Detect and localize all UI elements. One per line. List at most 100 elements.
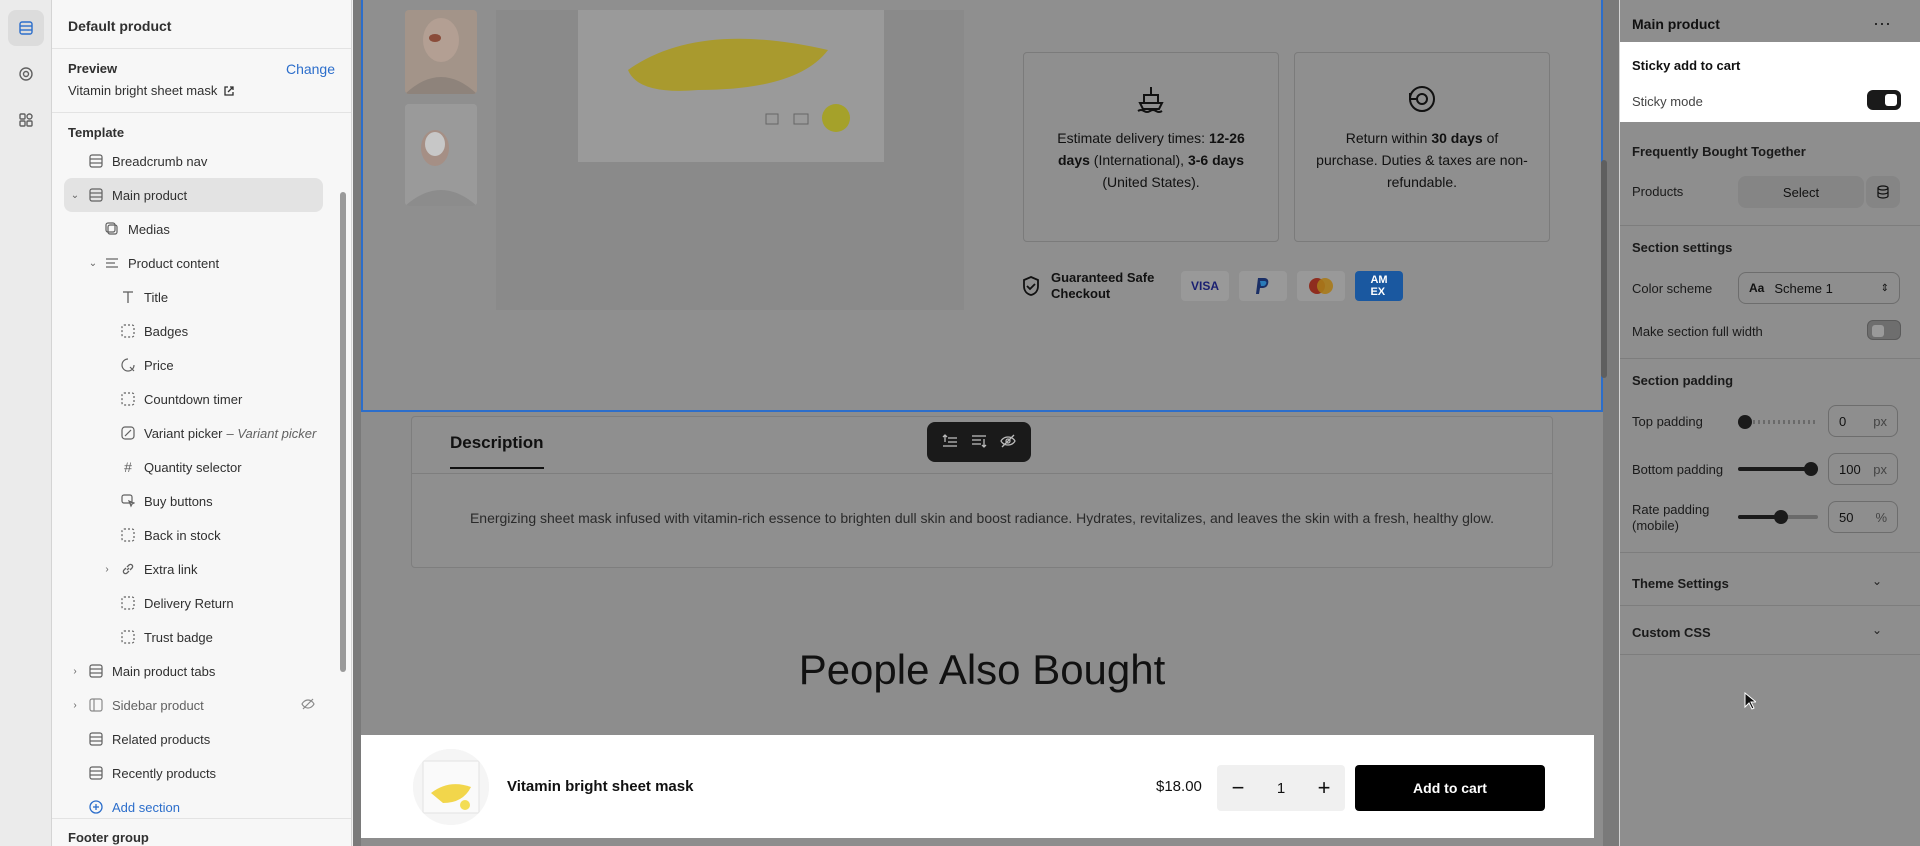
move-down-icon[interactable]	[971, 434, 987, 451]
tree-item-countdown-timer[interactable]: Countdown timer	[52, 382, 351, 416]
tree-item-main-product-tabs[interactable]: › Main product tabs	[52, 654, 351, 688]
divider	[1620, 225, 1920, 226]
divider	[52, 818, 351, 819]
tree-item-extra-link[interactable]: › Extra link	[52, 552, 351, 586]
tree-item-label: Recently products	[112, 765, 217, 781]
section-padding-heading: Section padding	[1632, 373, 1734, 388]
tree-item-sidebar-product[interactable]: › Sidebar product	[52, 688, 351, 722]
main-product-section[interactable]: Estimate delivery times: 12-26 days (Int…	[361, 0, 1603, 412]
rate-padding-slider-handle[interactable]	[1774, 510, 1788, 524]
more-options-icon[interactable]: ⋯	[1873, 14, 1892, 35]
theme-settings-heading[interactable]: Theme Settings	[1632, 576, 1729, 591]
sticky-add-to-cart-settings: Sticky add to cart Sticky mode	[1620, 42, 1920, 122]
tree-item-breadcrumb-nav[interactable]: Breadcrumb nav	[52, 144, 351, 178]
bottom-padding-label: Bottom padding	[1632, 462, 1724, 477]
tree-item-label: Breadcrumb nav	[112, 153, 208, 169]
eye-hidden-icon[interactable]	[301, 697, 315, 714]
settings-gear-icon[interactable]	[8, 56, 44, 92]
select-arrows-icon: ⇕	[1880, 282, 1889, 294]
tree-item-delivery-return[interactable]: Delivery Return	[52, 586, 351, 620]
change-link[interactable]: Change	[286, 61, 335, 77]
sticky-mode-toggle[interactable]	[1867, 90, 1901, 110]
select-products-button[interactable]: Select	[1738, 176, 1864, 208]
preview-value[interactable]: Vitamin bright sheet mask	[52, 77, 351, 98]
tree-item-medias[interactable]: Medias	[52, 212, 351, 246]
add-to-cart-button[interactable]: Add to cart	[1355, 765, 1545, 811]
media-icon	[104, 221, 120, 237]
product-title: Default product	[68, 18, 172, 34]
move-up-icon[interactable]	[942, 433, 958, 451]
section-tree: Breadcrumb nav ⌄ Main product Medias ⌄ P…	[52, 144, 351, 824]
chevron-down-icon[interactable]: ⌄	[1872, 623, 1882, 637]
minus-icon[interactable]: −	[1227, 775, 1249, 801]
product-main-image[interactable]	[496, 10, 964, 310]
chevron-right-icon[interactable]: ›	[100, 564, 114, 575]
fbt-heading: Frequently Bought Together	[1632, 144, 1806, 159]
top-padding-input[interactable]: 0 px	[1828, 405, 1898, 437]
preview-label: Preview	[68, 61, 118, 76]
tree-item-main-product[interactable]: ⌄ Main product	[64, 178, 323, 212]
tree-item-recently-products[interactable]: Recently products	[52, 756, 351, 790]
toggle-knob	[1872, 325, 1884, 337]
rate-padding-input[interactable]: 50 %	[1828, 501, 1898, 533]
sections-icon[interactable]	[8, 10, 44, 46]
delivery-info-card: Estimate delivery times: 12-26 days (Int…	[1023, 52, 1279, 242]
tree-item-sublabel: – Variant picker	[226, 425, 317, 441]
text-block-icon	[104, 255, 120, 271]
toggle-knob	[1885, 94, 1897, 106]
chevron-right-icon[interactable]: ›	[68, 666, 82, 677]
external-link-icon[interactable]	[223, 85, 235, 97]
tree-item-title[interactable]: Title	[52, 280, 351, 314]
tree-item-label: Price	[144, 357, 174, 373]
tree-item-label: Main product tabs	[112, 663, 216, 679]
full-width-toggle[interactable]	[1867, 320, 1901, 340]
divider	[52, 112, 351, 113]
top-padding-slider-handle[interactable]	[1738, 415, 1752, 429]
tree-item-trust-badge[interactable]: Trust badge	[52, 620, 351, 654]
left-scrollbar[interactable]	[340, 192, 346, 672]
top-padding-value: 0	[1839, 413, 1847, 429]
full-width-label: Make section full width	[1632, 324, 1763, 339]
product-thumbnail-1[interactable]	[405, 10, 477, 94]
bottom-padding-input[interactable]: 100 px	[1828, 453, 1898, 485]
color-scheme-select[interactable]: Aa Scheme 1 ⇕	[1738, 272, 1900, 304]
tree-item-badges[interactable]: Badges	[52, 314, 351, 348]
color-scheme-label: Color scheme	[1632, 281, 1713, 296]
tree-item-label: Extra link	[144, 561, 198, 577]
tree-item-product-content[interactable]: ⌄ Product content	[52, 246, 351, 280]
preview-row: Preview Change	[52, 61, 351, 77]
apps-icon[interactable]	[8, 102, 44, 138]
tree-item-back-in-stock[interactable]: Back in stock	[52, 518, 351, 552]
quantity-value[interactable]: 1	[1277, 780, 1285, 797]
database-icon[interactable]	[1866, 176, 1900, 208]
product-thumbnail-2[interactable]	[405, 104, 477, 206]
tree-item-label: Sidebar product	[112, 697, 204, 713]
chevron-down-icon[interactable]: ⌄	[86, 258, 100, 269]
tree-item-variant-picker[interactable]: Variant picker – Variant picker	[52, 416, 351, 450]
tree-item-quantity-selector[interactable]: # Quantity selector	[52, 450, 351, 484]
tree-item-related-products[interactable]: Related products	[52, 722, 351, 756]
sticky-product-image	[413, 749, 489, 825]
bottom-padding-slider-handle[interactable]	[1804, 462, 1818, 476]
unit-label: %	[1875, 509, 1887, 525]
plus-icon[interactable]: +	[1313, 775, 1335, 801]
return-info-card: Return within 30 days of purchase. Dutie…	[1294, 52, 1550, 242]
tree-item-price[interactable]: Price	[52, 348, 351, 382]
canvas-scrollbar[interactable]	[1601, 160, 1607, 378]
top-padding-label: Top padding	[1632, 414, 1703, 429]
chevron-down-icon[interactable]: ⌄	[1872, 574, 1882, 588]
tree-item-buy-buttons[interactable]: Buy buttons	[52, 484, 351, 518]
shield-check-icon	[1023, 276, 1039, 296]
custom-css-heading[interactable]: Custom CSS	[1632, 625, 1711, 640]
block-dashed-icon	[120, 323, 136, 339]
section-settings-heading: Section settings	[1632, 240, 1733, 255]
chevron-down-icon[interactable]: ⌄	[68, 190, 82, 201]
eye-hidden-icon[interactable]	[1000, 434, 1017, 451]
plus-circle-icon	[88, 799, 104, 815]
chevron-right-icon[interactable]: ›	[68, 700, 82, 711]
template-heading: Template	[68, 125, 125, 140]
tab-description[interactable]: Description	[450, 433, 544, 469]
section-icon	[88, 731, 104, 747]
section-icon	[88, 187, 104, 203]
products-label: Products	[1632, 184, 1684, 199]
